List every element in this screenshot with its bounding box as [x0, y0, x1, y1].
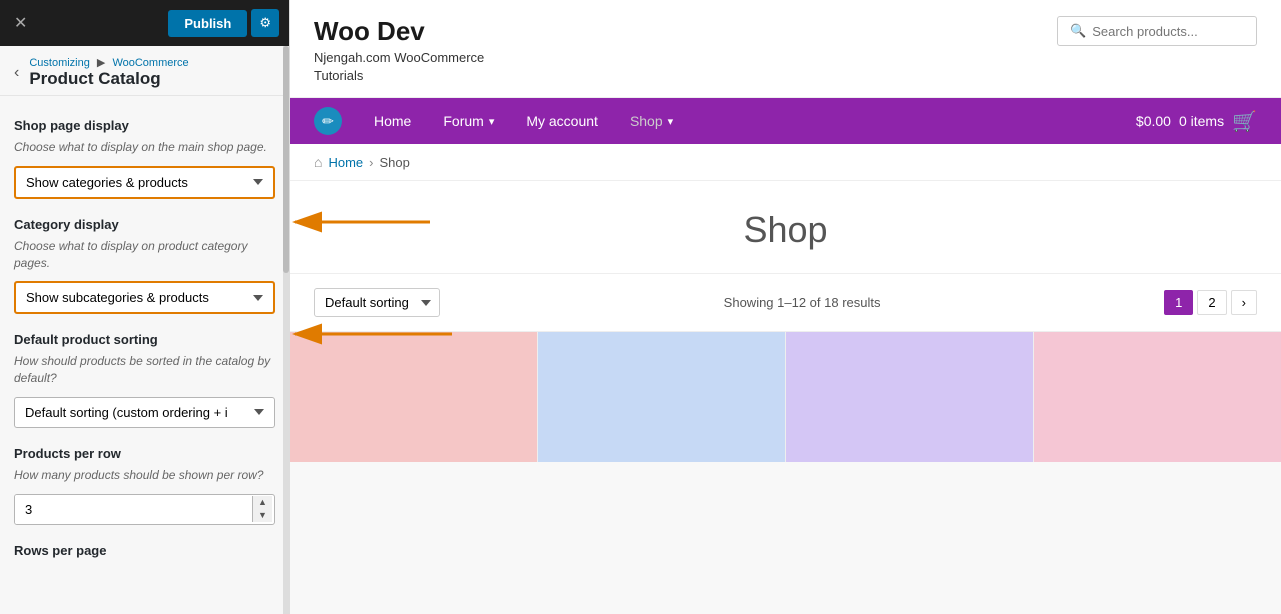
nav-item-myaccount[interactable]: My account [510, 101, 614, 141]
default-sorting-title: Default product sorting [14, 332, 275, 347]
spinner-up[interactable]: ▲ [253, 496, 272, 509]
back-button[interactable]: ‹ [14, 64, 19, 82]
rows-per-page-title: Rows per page [14, 543, 275, 558]
nav-edit-button[interactable]: ✏ [314, 107, 342, 135]
breadcrumb-content: Customizing ▶ WooCommerce Product Catalo… [29, 56, 188, 89]
nav-shop-label: Shop [630, 113, 663, 129]
search-input[interactable] [1092, 24, 1232, 39]
default-sorting-desc: How should products be sorted in the cat… [14, 353, 275, 387]
number-spinners: ▲ ▼ [252, 496, 272, 522]
nav-item-shop[interactable]: Shop ▾ [614, 101, 689, 141]
products-per-row-title: Products per row [14, 446, 275, 461]
spinner-down[interactable]: ▼ [253, 509, 272, 522]
cart-price: $0.00 [1136, 113, 1171, 129]
product-image-4 [1034, 332, 1281, 462]
page-2-button[interactable]: 2 [1197, 290, 1226, 315]
close-button[interactable]: ✕ [10, 9, 31, 37]
publish-button[interactable]: Publish [168, 10, 247, 37]
site-tagline: Njengah.com WooCommerce Tutorials [314, 49, 484, 85]
shop-page-display-select-wrapper: Show products Show categories Show categ… [14, 166, 275, 199]
page-1-button[interactable]: 1 [1164, 290, 1193, 315]
bc-woocommerce[interactable]: WooCommerce [112, 57, 188, 69]
tagline-line2: Tutorials [314, 68, 363, 83]
product-grid [290, 332, 1281, 462]
nav-bar: ✏ Home Forum ▾ My account Shop ▾ [290, 98, 1281, 144]
nav-right: $0.00 0 items 🛒 [1136, 109, 1257, 134]
product-card-3[interactable] [786, 332, 1034, 462]
right-panel: Woo Dev Njengah.com WooCommerce Tutorial… [290, 0, 1281, 614]
pagination: 1 2 › [1164, 290, 1257, 315]
shop-page-display-title: Shop page display [14, 118, 275, 133]
shop-page-display-desc: Choose what to display on the main shop … [14, 139, 275, 156]
bc-current: Shop [380, 155, 410, 170]
bc-sep1: ▶ [97, 57, 109, 69]
product-image-3 [786, 332, 1033, 462]
cart-items-count: 0 items [1179, 113, 1224, 129]
site-branding: Woo Dev Njengah.com WooCommerce Tutorial… [314, 16, 484, 85]
product-card-2[interactable] [538, 332, 786, 462]
default-sorting-select-wrapper: Default sorting (custom ordering + i Pop… [14, 397, 275, 428]
nav-forum-dropdown-icon: ▾ [489, 115, 495, 128]
breadcrumb-bar: ‹ Customizing ▶ WooCommerce Product Cata… [0, 46, 289, 96]
scrollbar[interactable] [283, 46, 289, 614]
category-display-desc: Choose what to display on product catego… [14, 238, 275, 272]
bc-home-link[interactable]: Home [328, 155, 363, 170]
publish-area: Publish ⚙ [168, 9, 279, 37]
shop-toolbar: Default sorting Popularity Latest Showin… [290, 274, 1281, 332]
product-image-1 [290, 332, 537, 462]
shop-content: Shop Default sorting Popularity Latest S… [290, 181, 1281, 614]
default-sorting-select[interactable]: Default sorting (custom ordering + i Pop… [14, 397, 275, 428]
breadcrumb-path: Customizing ▶ WooCommerce [29, 56, 188, 69]
nav-left: ✏ Home Forum ▾ My account Shop ▾ [314, 101, 689, 141]
products-per-row-desc: How many products should be shown per ro… [14, 467, 275, 484]
product-card-1[interactable] [290, 332, 538, 462]
product-image-2 [538, 332, 785, 462]
tagline-line1: Njengah.com WooCommerce [314, 50, 484, 65]
site-title: Woo Dev [314, 16, 484, 47]
page-next-button[interactable]: › [1231, 290, 1257, 315]
shop-title-area: Shop [290, 181, 1281, 274]
nav-item-home[interactable]: Home [358, 101, 427, 141]
nav-items: Home Forum ▾ My account Shop ▾ [358, 101, 689, 141]
shop-title: Shop [290, 209, 1281, 251]
panel-scroll: Shop page display Choose what to display… [0, 96, 289, 614]
search-icon: 🔍 [1070, 23, 1086, 39]
bc-customizing[interactable]: Customizing [29, 57, 90, 69]
products-per-row-input[interactable] [15, 495, 252, 524]
search-box[interactable]: 🔍 [1057, 16, 1257, 46]
page-title: Product Catalog [29, 69, 188, 89]
results-text: Showing 1–12 of 18 results [724, 295, 881, 310]
left-panel: ✕ Publish ⚙ ‹ Customizing ▶ WooCommerce … [0, 0, 290, 614]
sorting-select[interactable]: Default sorting Popularity Latest [314, 288, 440, 317]
category-display-select[interactable]: Show products Show subcategories Show su… [16, 283, 273, 312]
nav-shop-dropdown-icon: ▾ [668, 115, 674, 128]
cart-icon[interactable]: 🛒 [1232, 109, 1257, 134]
bc-separator: › [369, 155, 373, 170]
products-per-row-input-wrapper: ▲ ▼ [14, 494, 275, 525]
category-display-title: Category display [14, 217, 275, 232]
shop-page-display-select[interactable]: Show products Show categories Show categ… [16, 168, 273, 197]
category-display-select-wrapper: Show products Show subcategories Show su… [14, 281, 275, 314]
nav-item-forum[interactable]: Forum ▾ [427, 101, 510, 141]
nav-forum-label: Forum [443, 113, 483, 129]
product-card-4[interactable] [1034, 332, 1281, 462]
breadcrumb-nav: ⌂ Home › Shop [290, 144, 1281, 181]
gear-button[interactable]: ⚙ [251, 9, 279, 37]
site-header: Woo Dev Njengah.com WooCommerce Tutorial… [290, 0, 1281, 98]
scrollbar-thumb [283, 46, 289, 273]
home-icon: ⌂ [314, 154, 322, 170]
top-bar: ✕ Publish ⚙ [0, 0, 289, 46]
